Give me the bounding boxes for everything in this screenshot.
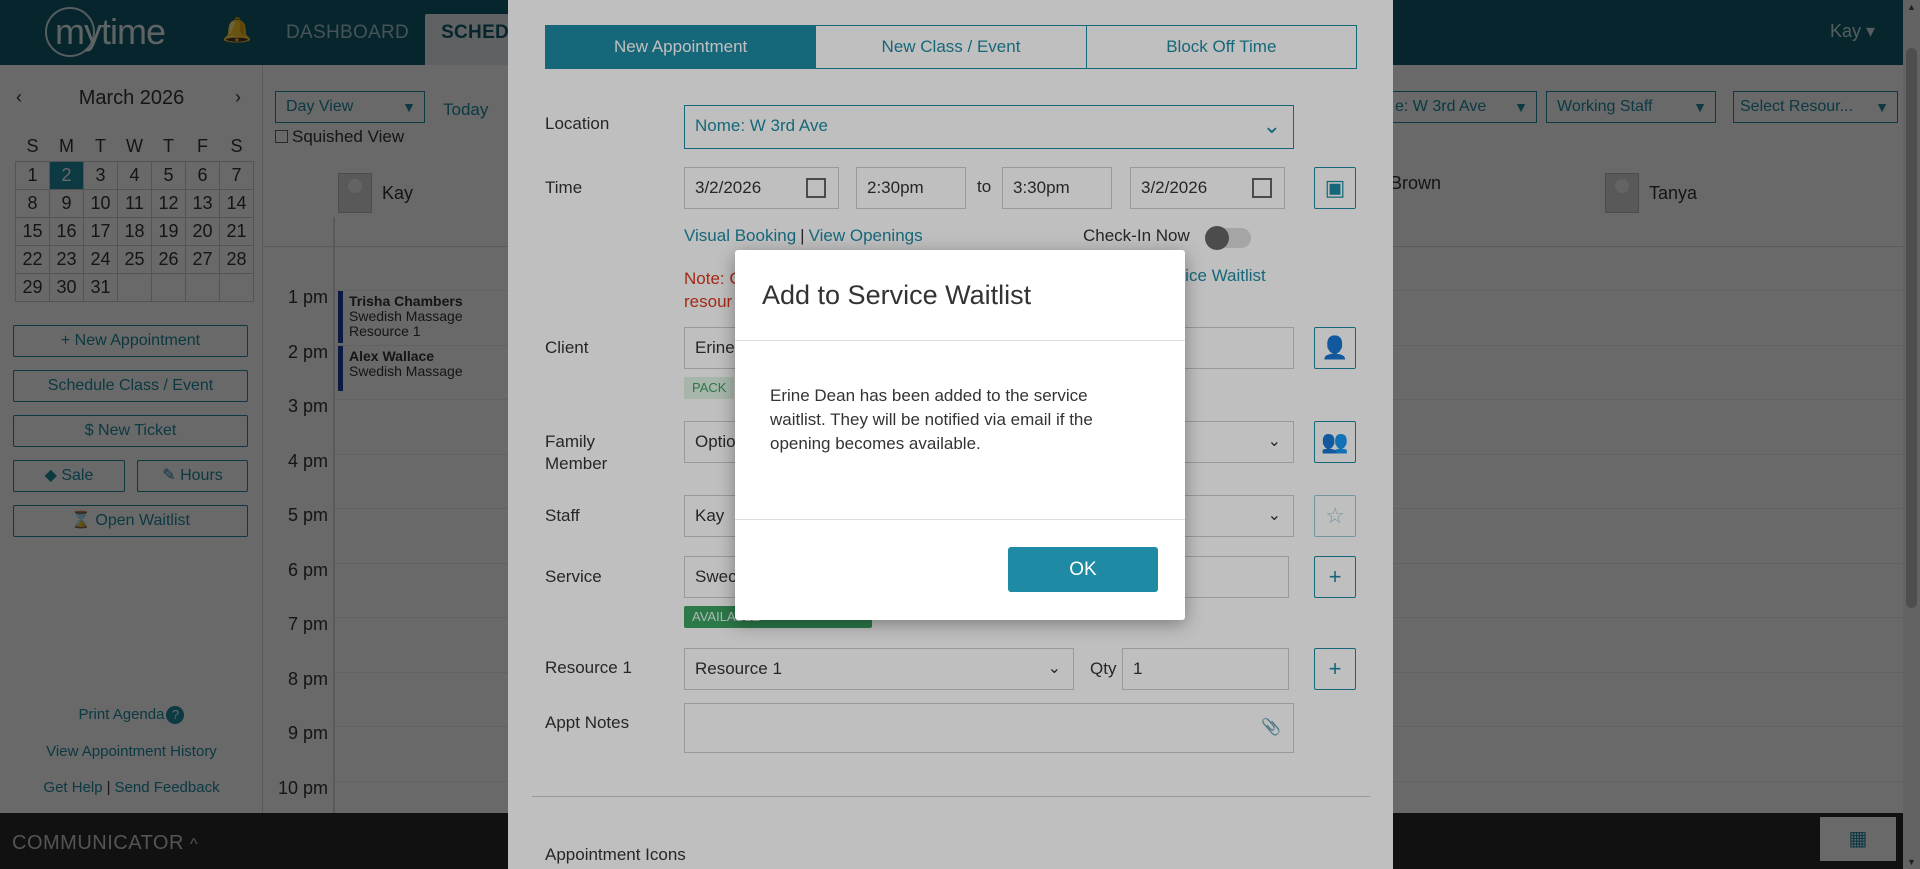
waitlist-confirm-dialog: Add to Service Waitlist Erine Dean has b…: [735, 250, 1185, 620]
dialog-divider: [735, 340, 1185, 341]
dialog-message: Erine Dean has been added to the service…: [770, 386, 1093, 453]
dialog-divider: [735, 519, 1185, 520]
ok-button[interactable]: OK: [1008, 547, 1158, 592]
dialog-title: Add to Service Waitlist: [762, 280, 1032, 310]
